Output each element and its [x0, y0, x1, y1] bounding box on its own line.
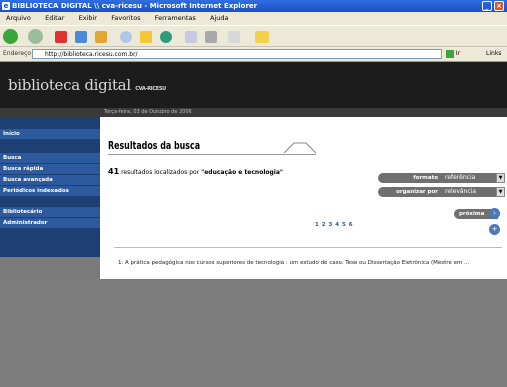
- history-icon[interactable]: [160, 31, 172, 43]
- date-bar: Terça-feira, 03 de Outubro de 2006: [0, 108, 507, 117]
- sidebar: Início Busca Busca rápida Busca avançada…: [0, 117, 100, 257]
- address-bar: Endereço http://biblioteca.ricesu.com.br…: [0, 47, 507, 62]
- go-button[interactable]: Ir: [446, 49, 470, 59]
- edit-icon[interactable]: [228, 31, 240, 43]
- sidebar-item-busca-avancada[interactable]: Busca avançada: [0, 175, 100, 185]
- main-content: Resultados da busca 41 resultados locali…: [100, 117, 507, 257]
- order-value: relevância: [445, 188, 477, 195]
- chevron-down-icon[interactable]: ▼: [496, 187, 505, 197]
- result-item-text[interactable]: 1. A prática pedagógica nos cursos super…: [118, 260, 503, 267]
- format-select[interactable]: referência: [442, 173, 497, 183]
- result-count: 41: [108, 167, 120, 176]
- logo-text: biblioteca digital: [8, 76, 131, 94]
- page-title: Resultados da busca: [108, 139, 201, 152]
- window-title: BIBLIOTECA DIGITAL \\ cva-ricesu - Micro…: [12, 2, 258, 10]
- favorites-icon[interactable]: [140, 31, 152, 43]
- forward-icon[interactable]: [28, 29, 43, 44]
- minimize-icon[interactable]: _: [482, 1, 492, 11]
- site-logo[interactable]: biblioteca digital CVA-RICESU: [8, 76, 166, 94]
- links-label[interactable]: Links: [486, 47, 501, 61]
- sidebar-item-administrador[interactable]: Administrador: [0, 218, 100, 228]
- order-label: organizar por: [378, 187, 442, 197]
- close-icon[interactable]: ×: [494, 1, 504, 11]
- url-text: http://biblioteca.ricesu.com.br/: [45, 51, 138, 58]
- expand-icon[interactable]: +: [489, 224, 500, 235]
- print-icon[interactable]: [205, 31, 217, 43]
- sidebar-item-inicio[interactable]: Início: [0, 129, 100, 139]
- unrendered-area: [0, 279, 507, 387]
- pagination[interactable]: 1 2 3 4 5 6: [315, 222, 353, 228]
- book-outline-icon: [283, 142, 317, 154]
- logo-suffix: CVA-RICESU: [135, 86, 166, 92]
- ie-icon: e: [2, 2, 10, 10]
- result-count-text: resultados localizados por: [121, 169, 200, 176]
- result-list: 1. A prática pedagógica nos cursos super…: [100, 257, 507, 279]
- refresh-icon[interactable]: [75, 31, 87, 43]
- back-icon[interactable]: [3, 29, 18, 44]
- address-label: Endereço: [3, 50, 32, 57]
- search-query: "educação e tecnologia": [201, 169, 284, 176]
- order-select[interactable]: relevância: [442, 187, 497, 197]
- go-arrow-icon: [446, 49, 454, 58]
- format-label: formato: [378, 173, 442, 183]
- search-icon[interactable]: [120, 31, 132, 43]
- site-banner: biblioteca digital CVA-RICESU: [0, 62, 507, 108]
- result-count-line: 41 resultados localizados por "educação …: [108, 167, 283, 176]
- sidebar-item-busca[interactable]: Busca: [0, 153, 100, 163]
- menu-bar: Arquivo Editar Exibir Favoritos Ferramen…: [0, 12, 507, 25]
- menu-ferramentas[interactable]: Ferramentas: [155, 14, 196, 22]
- menu-exibir[interactable]: Exibir: [79, 14, 97, 22]
- sidebar-item-busca-rapida[interactable]: Busca rápida: [0, 164, 100, 174]
- window-title-bar: e BIBLIOTECA DIGITAL \\ cva-ricesu - Mic…: [0, 0, 507, 12]
- go-label: Ir: [455, 50, 461, 57]
- mail-icon[interactable]: [185, 31, 197, 43]
- menu-editar[interactable]: Editar: [45, 14, 64, 22]
- menu-ajuda[interactable]: Ajuda: [210, 14, 228, 22]
- chevron-down-icon[interactable]: ▼: [496, 173, 505, 183]
- next-arrow-icon[interactable]: ›: [489, 208, 500, 219]
- next-page-label: próxima: [459, 211, 485, 217]
- menu-favoritos[interactable]: Favoritos: [111, 14, 140, 22]
- menu-arquivo[interactable]: Arquivo: [6, 14, 31, 22]
- sidebar-item-periodicos[interactable]: Periódicos indexados: [0, 186, 100, 196]
- toolbar: [0, 25, 507, 47]
- address-input[interactable]: http://biblioteca.ricesu.com.br/: [32, 49, 442, 59]
- date-text: Terça-feira, 03 de Outubro de 2006: [104, 109, 192, 115]
- format-value: referência: [445, 174, 476, 181]
- sidebar-item-bibliotecario[interactable]: Bibliotecário: [0, 207, 100, 217]
- home-icon[interactable]: [95, 31, 107, 43]
- folder-icon[interactable]: [255, 31, 269, 43]
- stop-icon[interactable]: [55, 31, 67, 43]
